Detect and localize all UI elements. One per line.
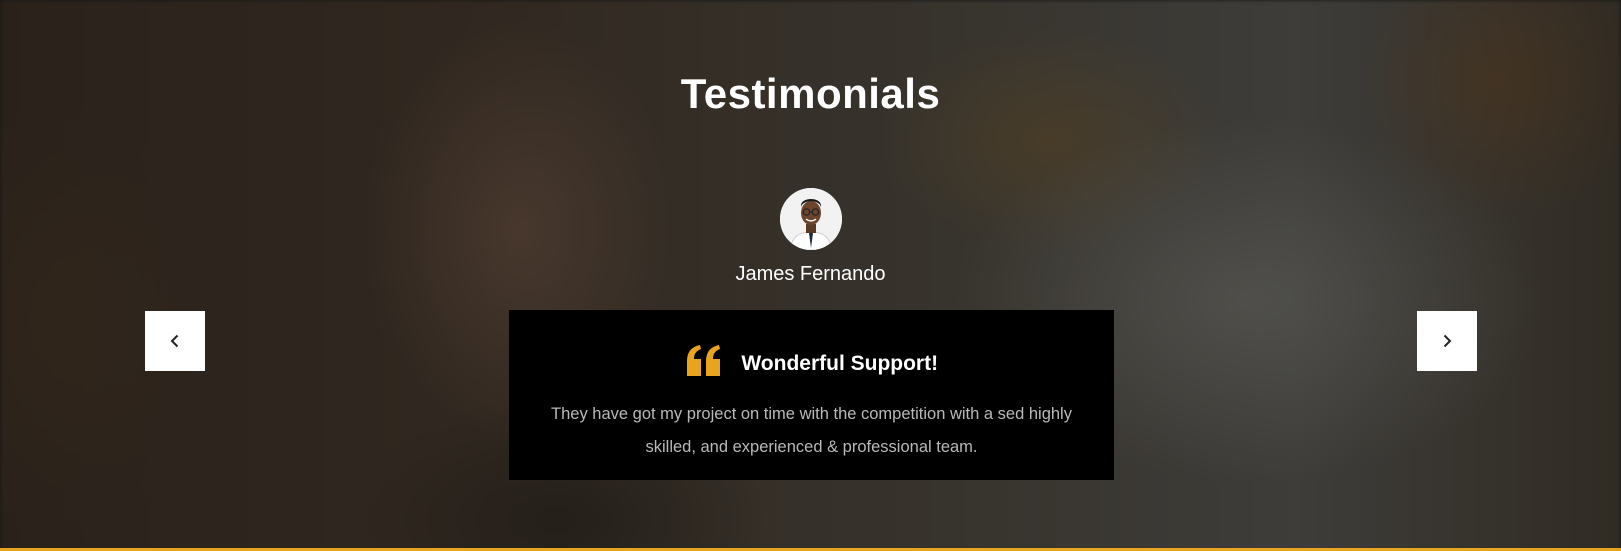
next-slide-button[interactable] [1417, 311, 1477, 371]
testimonials-section: Testimonials James Fernando Wonderful Su… [0, 0, 1621, 551]
section-title: Testimonials [680, 70, 941, 117]
testimonial-text: They have got my project on time with th… [551, 405, 1072, 456]
testimonial-author-name: James Fernando [735, 263, 886, 285]
testimonial-card-header: Wonderful Support! [509, 344, 1114, 383]
avatar-portrait-icon [780, 188, 842, 250]
previous-slide-button[interactable] [145, 311, 205, 371]
avatar [780, 188, 842, 250]
chevron-left-icon [170, 334, 179, 348]
quote-icon [685, 344, 723, 383]
testimonial-card: Wonderful Support! They have got my proj… [509, 310, 1114, 480]
testimonial-heading: Wonderful Support! [741, 351, 939, 375]
chevron-right-icon [1443, 334, 1452, 348]
